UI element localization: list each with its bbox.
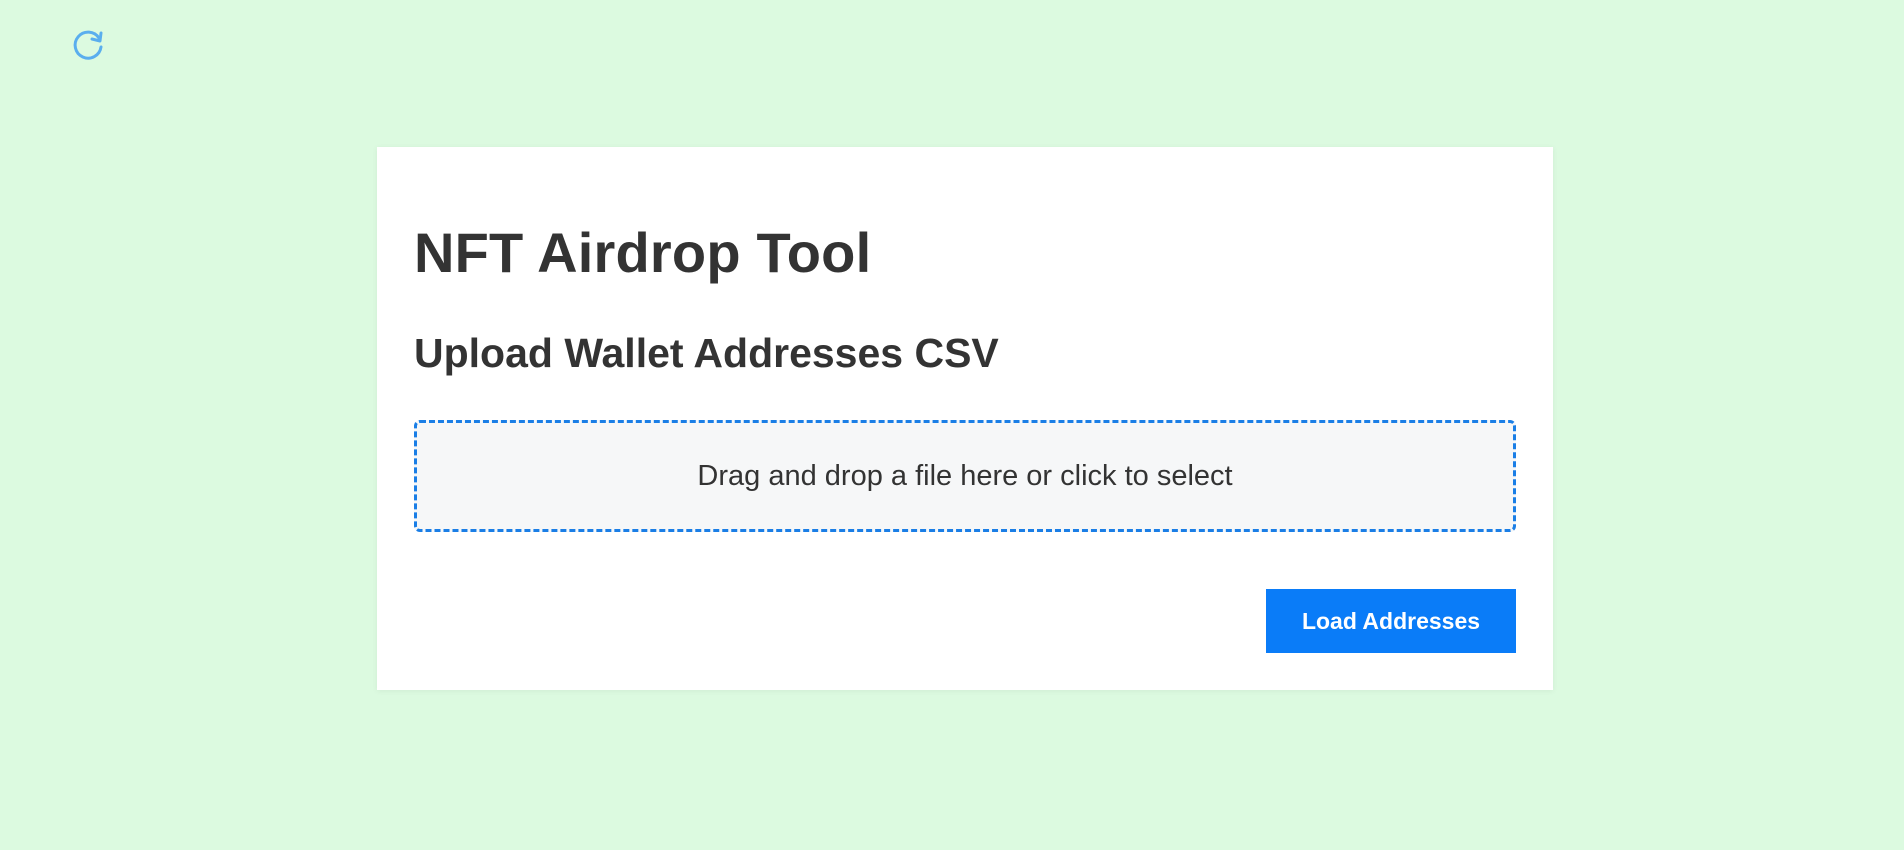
dropzone-text: Drag and drop a file here or click to se… <box>697 459 1233 492</box>
load-addresses-button[interactable]: Load Addresses <box>1266 589 1516 653</box>
airdrop-card: NFT Airdrop Tool Upload Wallet Addresses… <box>377 147 1553 690</box>
section-title: Upload Wallet Addresses CSV <box>414 330 999 376</box>
reload-icon <box>69 27 107 63</box>
reload-button[interactable] <box>68 26 108 64</box>
file-dropzone[interactable]: Drag and drop a file here or click to se… <box>414 420 1516 532</box>
page-title: NFT Airdrop Tool <box>414 221 872 284</box>
